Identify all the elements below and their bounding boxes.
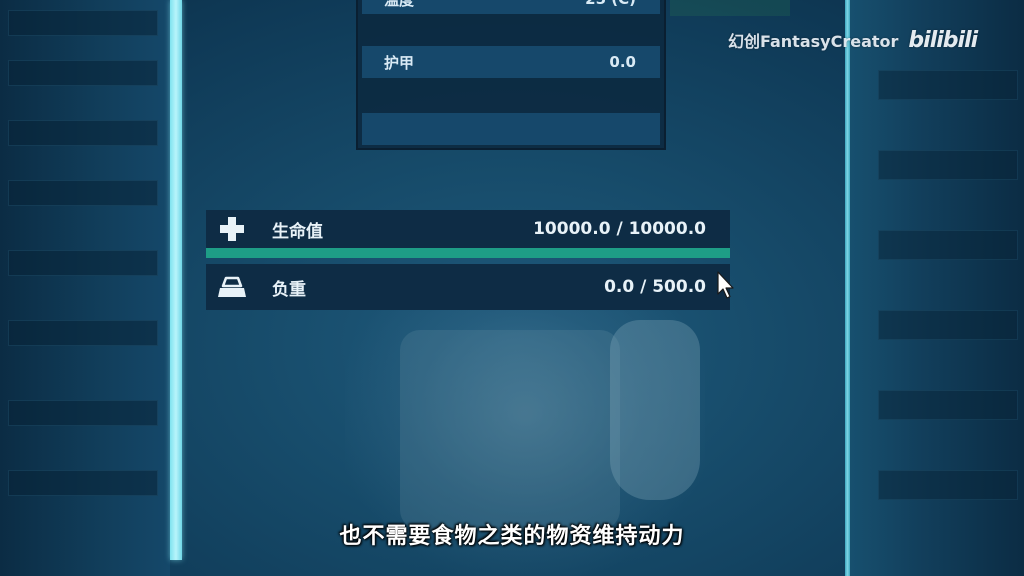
health-value: 10000.0 / 10000.0 — [533, 219, 706, 239]
frame-bar-right — [845, 0, 850, 576]
weight-icon — [208, 275, 256, 299]
background-character-body — [400, 330, 620, 530]
background-green-sign — [670, 0, 790, 16]
health-row[interactable]: 生命值 10000.0 / 10000.0 — [206, 210, 730, 248]
stat-value: 0.0 — [609, 53, 636, 71]
stats-panel: 温度 25 (C) 护甲 0.0 — [356, 0, 666, 150]
stat-label: 护甲 — [384, 53, 415, 72]
health-label: 生命值 — [272, 221, 323, 242]
background-machinery-right — [849, 0, 1024, 576]
channel-watermark: 幻创FantasyCreator bilibili — [728, 27, 978, 53]
weight-label: 负重 — [272, 279, 306, 300]
stat-row-temperature: 温度 25 (C) — [362, 0, 660, 14]
status-panel: 生命值 10000.0 / 10000.0 负重 0.0 / 500.0 — [206, 210, 730, 310]
stat-label: 温度 — [384, 0, 414, 10]
weight-row[interactable]: 负重 0.0 / 500.0 — [206, 264, 730, 310]
mouse-cursor-icon — [716, 270, 736, 300]
plus-icon — [208, 215, 256, 243]
background-machinery-left — [0, 0, 170, 576]
stat-row-empty — [362, 113, 660, 145]
video-subtitle: 也不需要食物之类的物资维持动力 — [339, 524, 685, 549]
bilibili-logo: bilibili — [908, 27, 978, 53]
health-bar — [206, 248, 730, 258]
stat-row-armor: 护甲 0.0 — [362, 46, 660, 78]
watermark-text: 幻创FantasyCreator — [728, 32, 899, 51]
health-bar-fill — [206, 248, 730, 258]
weight-value: 0.0 / 500.0 — [604, 277, 706, 297]
game-scene: 温度 25 (C) 护甲 0.0 生命值 10000.0 / 10000.0 — [0, 0, 1024, 576]
stat-value: 25 (C) — [585, 0, 636, 8]
frame-bar-left — [170, 0, 182, 560]
background-character-arm — [610, 320, 700, 500]
